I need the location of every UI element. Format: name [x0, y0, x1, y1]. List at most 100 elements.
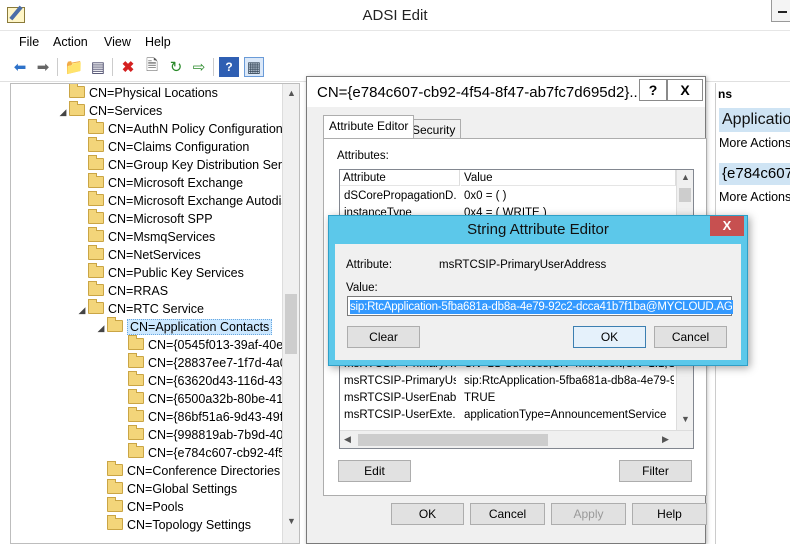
tree-node-contact-998819ab[interactable]: CN={998819ab-7b9d-408 — [128, 425, 290, 444]
delete-icon[interactable]: ✖ — [118, 57, 138, 77]
scroll-down-icon[interactable]: ▼ — [287, 516, 296, 526]
menu-view[interactable]: View — [104, 35, 131, 49]
string-editor-title: String Attribute Editor — [467, 221, 609, 238]
scroll-thumb[interactable] — [285, 294, 297, 354]
actions-header: ns — [718, 87, 733, 101]
attribute-label: Attribute: — [346, 259, 393, 271]
collapse-arrow-icon[interactable]: ◢ — [95, 319, 107, 337]
string-attribute-editor-dialog: String Attribute Editor X Attribute: msR… — [328, 215, 748, 366]
filter-button[interactable]: Filter — [619, 460, 692, 482]
folder-icon — [88, 281, 104, 296]
tree-node-rras[interactable]: CN=RRAS — [88, 281, 168, 300]
column-header-attribute[interactable]: Attribute — [340, 170, 460, 186]
close-icon[interactable]: X — [710, 216, 744, 236]
ok-button[interactable]: OK — [573, 326, 646, 348]
folder-icon — [88, 227, 104, 242]
scroll-left-icon[interactable]: ◀ — [344, 434, 351, 445]
folder-icon — [88, 119, 104, 134]
tree-node-microsoft-exchange-autodiscover[interactable]: CN=Microsoft Exchange Autodis — [88, 191, 288, 210]
folder-icon — [128, 443, 144, 458]
ok-button[interactable]: OK — [391, 503, 464, 525]
list-item[interactable]: msRTCSIP-UserEnab... TRUE — [340, 390, 676, 407]
folder-icon — [128, 425, 144, 440]
cancel-button[interactable]: Cancel — [654, 326, 727, 348]
help-icon[interactable]: ? — [219, 57, 239, 77]
folder-icon — [128, 407, 144, 422]
properties-sheet-icon[interactable]: 🗎 — [142, 57, 162, 77]
menu-bar: File Action View Help — [0, 31, 790, 52]
refresh-icon[interactable]: ↻ — [166, 57, 186, 77]
show-hide-tree-icon[interactable]: ▤ — [88, 57, 108, 77]
cancel-button[interactable]: Cancel — [470, 503, 545, 525]
forward-arrow-icon[interactable]: ➡ — [33, 57, 53, 77]
window-title: ADSI Edit — [362, 7, 428, 24]
tree-node-microsoft-spp[interactable]: CN=Microsoft SPP — [88, 209, 213, 228]
menu-help[interactable]: Help — [145, 35, 171, 49]
list-item[interactable]: dSCorePropagationD... 0x0 = ( ) — [340, 188, 676, 205]
tree-node-contact-0545f013[interactable]: CN={0545f013-39af-40ed — [128, 335, 290, 354]
list-horizontal-scrollbar[interactable]: ◀ ▶ — [340, 430, 693, 448]
list-item[interactable]: msRTCSIP-PrimaryUs... sip:RtcApplication… — [340, 373, 676, 390]
up-folder-icon[interactable]: 📁 — [64, 57, 84, 77]
menu-file[interactable]: File — [19, 35, 39, 49]
tree-node-authn-policy[interactable]: CN=AuthN Policy Configuration — [88, 119, 283, 138]
list-item[interactable]: msRTCSIP-UserExte... applicationType=Ann… — [340, 407, 676, 424]
tree-node-pools[interactable]: CN=Pools — [107, 497, 184, 516]
tree-node-group-key-distribution[interactable]: CN=Group Key Distribution Serv — [88, 155, 288, 174]
collapse-arrow-icon[interactable]: ◢ — [57, 103, 69, 121]
help-button[interactable]: Help — [632, 503, 707, 525]
folder-icon — [107, 461, 123, 476]
folder-icon — [88, 155, 104, 170]
value-input[interactable]: sip:RtcApplication-5fba681a-db8a-4e79-92… — [347, 296, 733, 316]
folder-icon — [88, 191, 104, 206]
folder-icon — [69, 101, 85, 116]
tree-node-netservices[interactable]: CN=NetServices — [88, 245, 201, 264]
tree-node-msmqservices[interactable]: CN=MsmqServices — [88, 227, 215, 246]
string-editor-body: Attribute: msRTCSIP-PrimaryUserAddress V… — [335, 244, 741, 360]
scroll-up-icon[interactable]: ▲ — [287, 88, 296, 98]
tree-node-microsoft-exchange[interactable]: CN=Microsoft Exchange — [88, 173, 243, 192]
show-action-pane-icon[interactable]: ▦ — [244, 57, 264, 77]
edit-button[interactable]: Edit — [338, 460, 411, 482]
column-header-value[interactable]: Value — [461, 170, 676, 186]
tree-node-conference-directories[interactable]: CN=Conference Directories — [107, 461, 280, 480]
tree-node-contact-86bf51a6[interactable]: CN={86bf51a6-9d43-49f7 — [128, 407, 290, 426]
tree-node-contact-63620d43[interactable]: CN={63620d43-116d-43e — [128, 371, 289, 390]
tree-node-public-key-services[interactable]: CN=Public Key Services — [88, 263, 244, 282]
scroll-thumb[interactable] — [358, 434, 548, 446]
menu-action[interactable]: Action — [53, 35, 88, 49]
tree-pane: CN=Physical Locations ◢ CN=Services CN=Au… — [10, 83, 300, 544]
tree-node-contact-28837ee7[interactable]: CN={28837ee7-1f7d-4a06 — [128, 353, 294, 372]
collapse-arrow-icon[interactable]: ◢ — [76, 301, 88, 319]
tree-node-application-contacts[interactable]: ◢ CN=Application Contacts — [95, 317, 276, 337]
scroll-up-icon[interactable]: ▲ — [681, 172, 690, 182]
tree-node-claims-configuration[interactable]: CN=Claims Configuration — [88, 137, 249, 156]
folder-icon — [107, 479, 123, 494]
export-list-icon[interactable]: ⇨ — [189, 57, 209, 77]
more-actions-link-1[interactable]: More Actions — [719, 136, 790, 150]
tree-vertical-scrollbar[interactable]: ▲ ▼ — [282, 84, 299, 543]
scroll-down-icon[interactable]: ▼ — [681, 414, 690, 424]
folder-icon — [128, 389, 144, 404]
apply-button[interactable]: Apply — [551, 503, 626, 525]
minimize-button[interactable] — [771, 0, 790, 22]
scroll-right-icon[interactable]: ▶ — [662, 434, 669, 445]
more-actions-link-2[interactable]: More Actions — [719, 190, 790, 204]
tree-node-contact-e784c607[interactable]: CN={e784c607-cb92-4f54 — [128, 443, 292, 462]
back-arrow-icon[interactable]: ⬅ — [10, 57, 30, 77]
folder-icon — [88, 209, 104, 224]
tree-node-global-settings[interactable]: CN=Global Settings — [107, 479, 237, 498]
tree-node-topology-settings[interactable]: CN=Topology Settings — [107, 515, 251, 534]
help-title-button[interactable]: ? — [639, 79, 667, 101]
folder-icon — [107, 317, 123, 332]
actions-section-application-contacts[interactable]: Applicatio — [719, 108, 790, 132]
tree-node-services[interactable]: ◢ CN=Services — [57, 101, 162, 121]
scroll-thumb[interactable] — [679, 188, 691, 202]
actions-section-e784c607[interactable]: {e784c607 — [719, 163, 790, 185]
tree-node-contact-6500a32b[interactable]: CN={6500a32b-80be-41b — [128, 389, 290, 408]
clear-button[interactable]: Clear — [347, 326, 420, 348]
tab-attribute-editor[interactable]: Attribute Editor — [323, 115, 415, 138]
close-title-button[interactable]: X — [667, 79, 703, 101]
tree-node-rtc-service[interactable]: ◢ CN=RTC Service — [76, 299, 204, 319]
tree-node-physical-locations[interactable]: CN=Physical Locations — [69, 84, 218, 102]
